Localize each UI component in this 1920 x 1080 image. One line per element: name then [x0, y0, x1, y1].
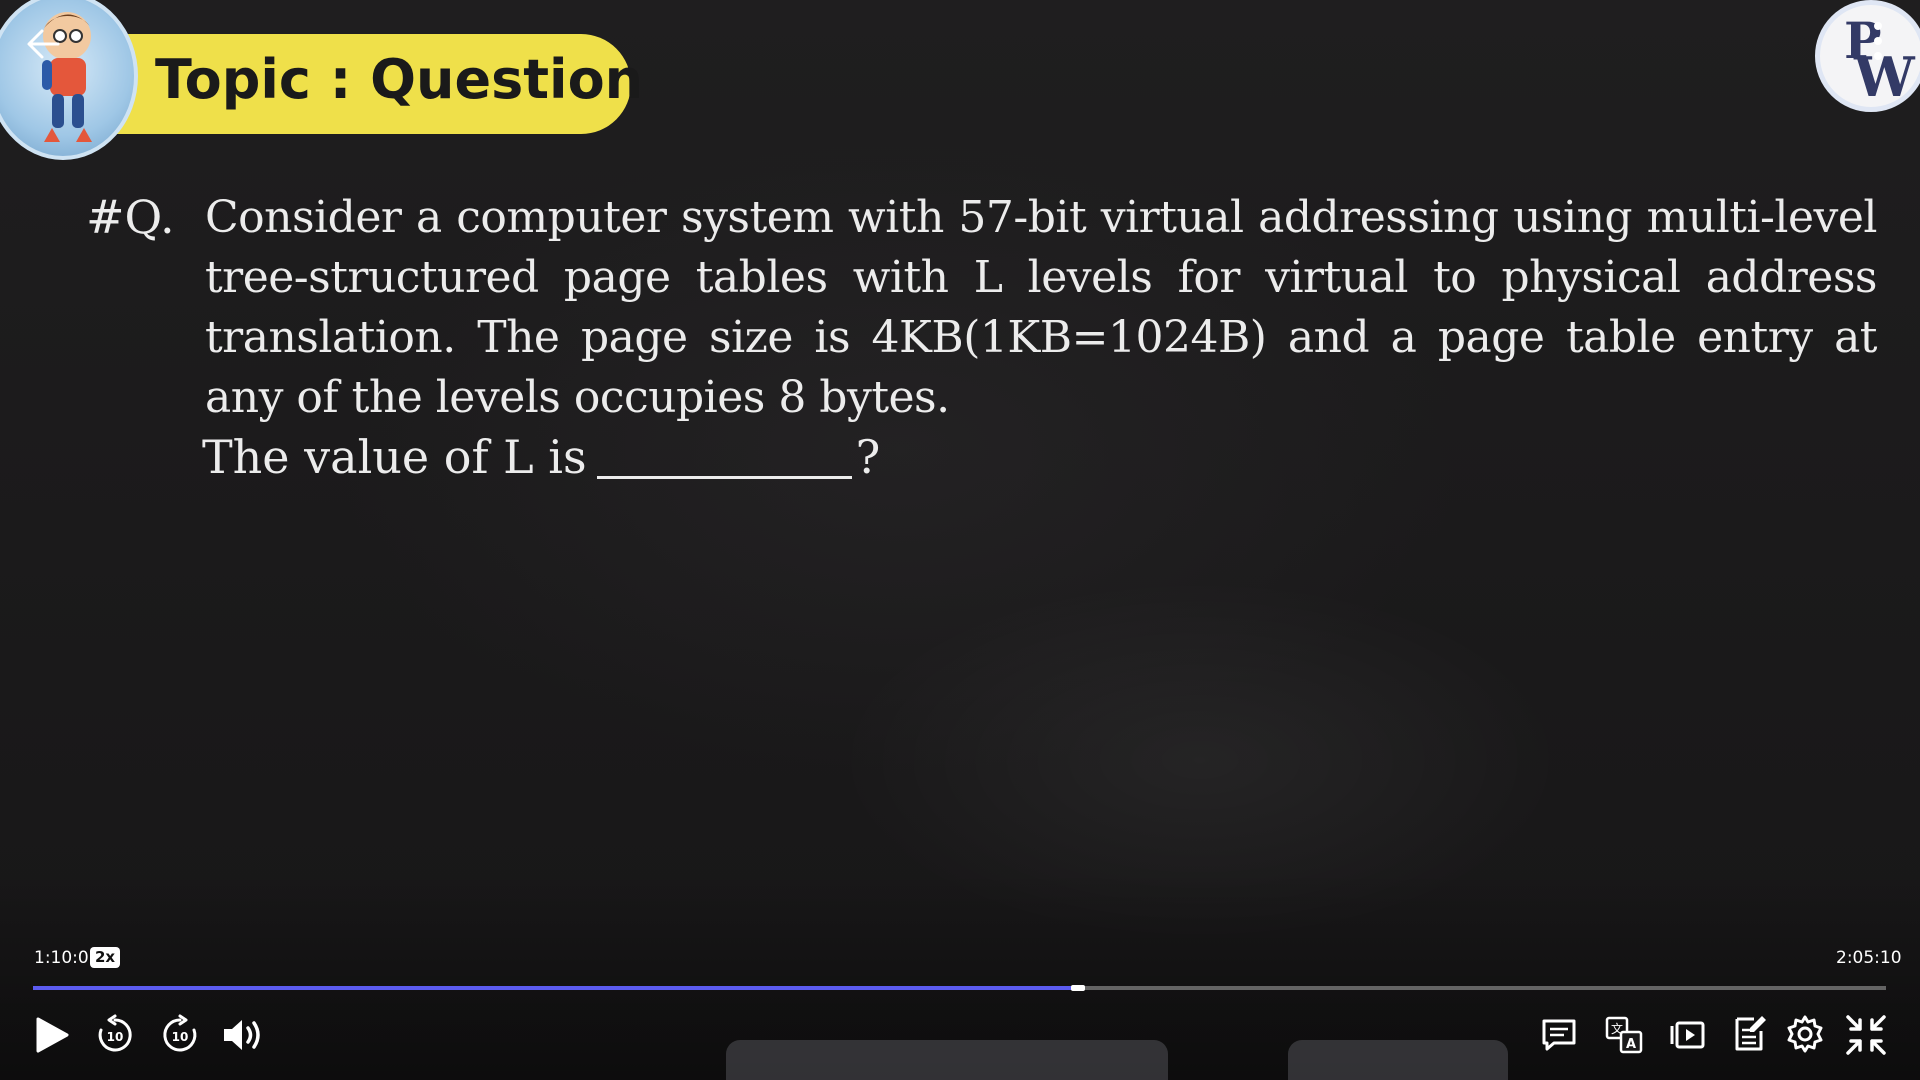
more-options-button[interactable] [1866, 22, 1890, 68]
more-vertical-icon [1866, 22, 1890, 60]
rewind-10-icon: 10 [98, 1014, 132, 1052]
question-label: #Q. [86, 190, 175, 244]
playlist-button[interactable] [1669, 1018, 1709, 1056]
prompt-question-mark: ? [855, 430, 881, 484]
whiteboard-toolbar [726, 1040, 1168, 1080]
volume-button[interactable] [220, 1014, 266, 1060]
rewind-10-button[interactable]: 10 [94, 1014, 136, 1060]
notes-button[interactable] [1732, 1013, 1768, 1057]
play-button[interactable] [34, 1016, 70, 1058]
chat-button[interactable] [1540, 1016, 1578, 1058]
arrow-left-icon [27, 29, 60, 59]
seek-bar-handle[interactable] [1070, 985, 1085, 991]
question-body: Consider a computer system with 57-bit v… [205, 192, 1878, 423]
question-prompt: The value of L is? [202, 430, 880, 484]
seek-bar-progress [33, 986, 1071, 990]
gear-icon [1787, 1015, 1823, 1053]
back-button[interactable] [22, 22, 66, 66]
svg-text:10: 10 [172, 1030, 189, 1044]
whiteboard-toolbar-secondary [1288, 1040, 1508, 1080]
mascot-avatar [0, 0, 138, 160]
total-duration: 2:05:10 [1836, 948, 1902, 968]
seek-bar[interactable] [33, 985, 1886, 991]
play-icon [36, 1017, 69, 1053]
video-frame: Topic : Question P W #Q. Consider a comp… [0, 0, 1920, 1080]
answer-blank [596, 436, 852, 479]
svg-text:A: A [1626, 1037, 1636, 1052]
exit-fullscreen-icon [1846, 1015, 1886, 1055]
chat-icon [1542, 1019, 1576, 1051]
playlist-icon [1670, 1021, 1705, 1049]
settings-button[interactable] [1785, 1014, 1825, 1058]
playback-speed-badge[interactable]: 2x [90, 947, 121, 968]
forward-10-icon: 10 [163, 1014, 197, 1052]
notes-icon [1735, 1016, 1766, 1051]
translate-icon: 文 A [1605, 1016, 1643, 1054]
translate-button[interactable]: 文 A [1604, 1015, 1644, 1059]
svg-text:10: 10 [107, 1030, 124, 1044]
exit-fullscreen-button[interactable] [1844, 1013, 1888, 1061]
svg-text:文: 文 [1611, 1021, 1623, 1036]
prompt-text: The value of L is [202, 430, 587, 484]
volume-icon [224, 1020, 260, 1050]
topic-title: Topic : Question [155, 48, 644, 111]
forward-10-button[interactable]: 10 [159, 1014, 201, 1060]
